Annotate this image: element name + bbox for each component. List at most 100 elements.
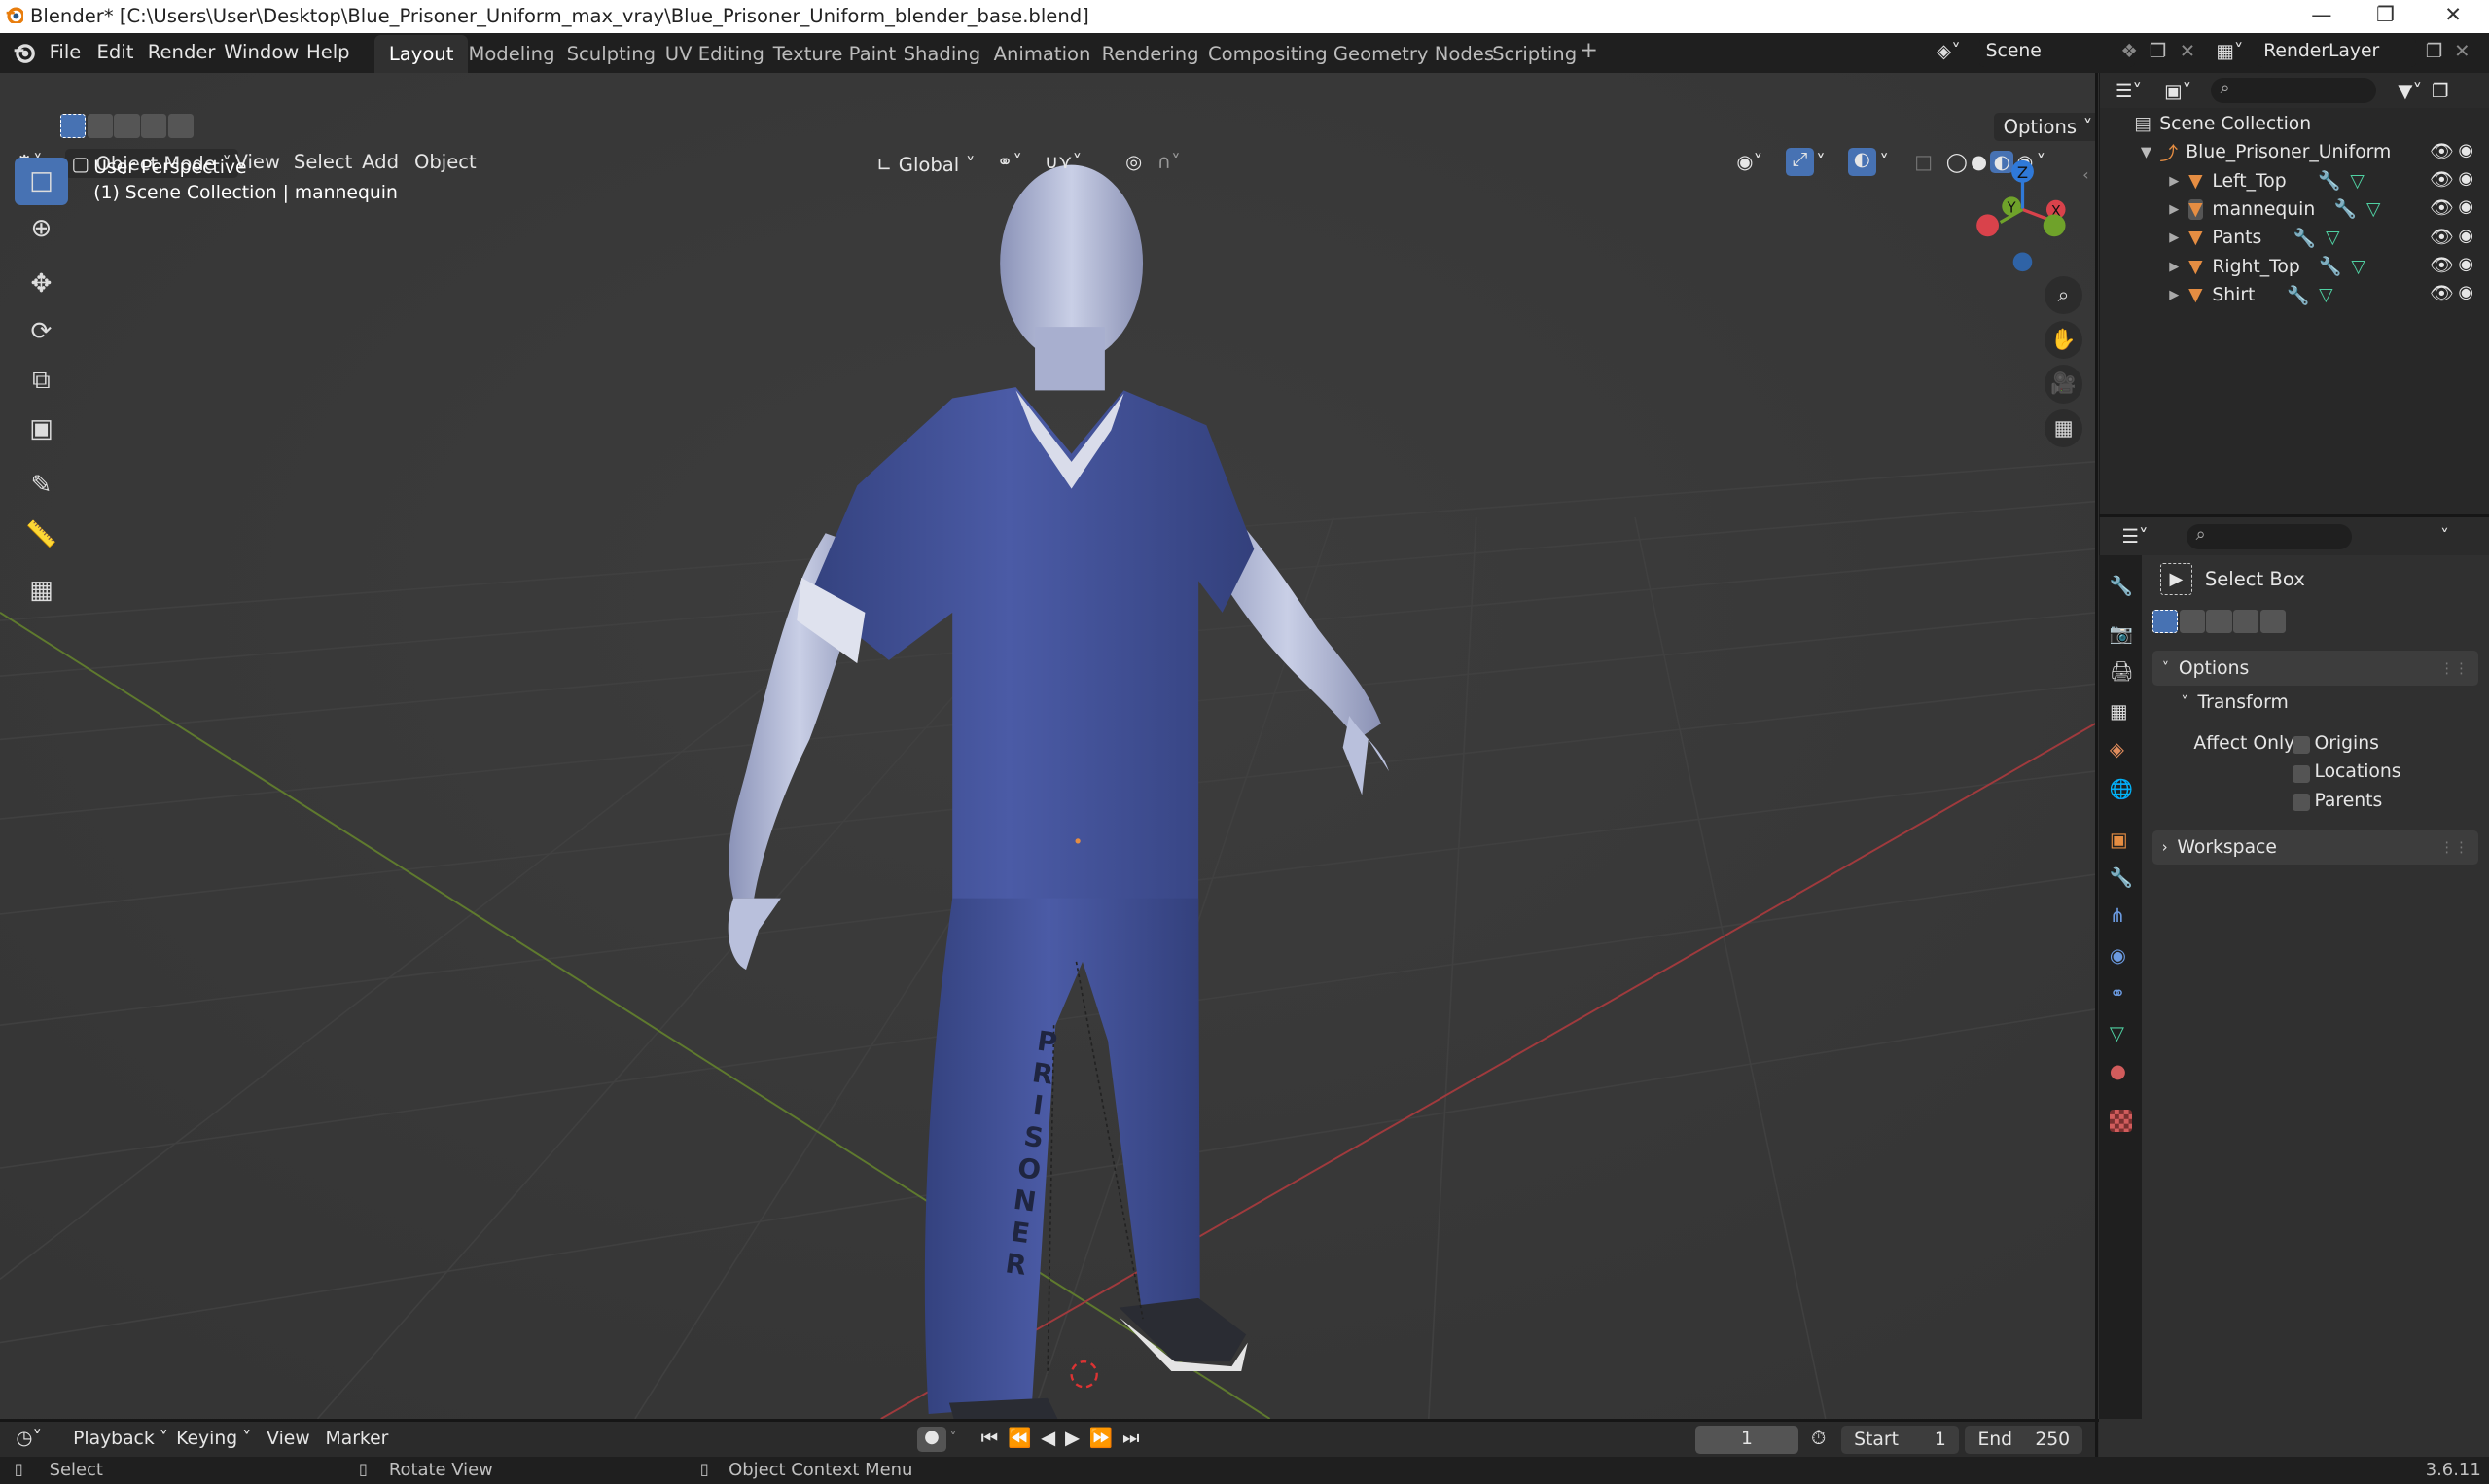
menu-select[interactable]: Select — [294, 151, 352, 179]
expand-icon[interactable]: ▶ — [2169, 174, 2179, 189]
visibility-eye-icon[interactable]: 👁 — [2430, 282, 2454, 304]
annotate-icon[interactable]: ✎ — [15, 462, 68, 510]
expand-icon[interactable]: ▶ — [2169, 288, 2179, 302]
play-reverse-icon[interactable]: ◀ — [1041, 1427, 1055, 1449]
particles-tab-icon[interactable]: ⋔ — [2110, 904, 2132, 927]
stopwatch-icon[interactable]: ⏱ — [1811, 1427, 1826, 1449]
view-layer-tab-icon[interactable]: ▦ — [2110, 700, 2132, 723]
area-separator[interactable] — [2098, 513, 2489, 518]
mesh-data-icon[interactable]: ▽ — [2351, 257, 2365, 277]
menu-keying[interactable]: Keying ˅ — [176, 1429, 251, 1449]
material-tab-icon[interactable]: ● — [2110, 1060, 2132, 1082]
render-camera-icon[interactable]: ◉ — [2458, 282, 2473, 302]
record-icon[interactable]: ● — [917, 1427, 946, 1453]
keying-dropdown-icon[interactable]: ˅ — [949, 1429, 957, 1447]
menu-edit[interactable]: Edit — [97, 41, 134, 63]
area-separator[interactable] — [0, 1419, 2099, 1423]
rotate-icon[interactable]: ⟳ — [15, 308, 68, 356]
new-scene-icon[interactable]: ❐ — [2150, 40, 2167, 62]
maximize-icon[interactable]: ❐ — [2376, 3, 2395, 27]
expand-icon[interactable]: ▶ — [2169, 230, 2179, 245]
properties-search-input[interactable]: ⌕ — [2186, 523, 2352, 549]
object-tab-icon[interactable]: ▣ — [2110, 829, 2132, 851]
tab-texture-paint[interactable]: Texture Paint — [759, 35, 910, 73]
overlays-dropdown-icon[interactable]: ˅ — [1879, 151, 1889, 179]
area-separator[interactable] — [2095, 73, 2099, 1458]
constraints-tab-icon[interactable]: ⚭ — [2110, 982, 2132, 1005]
world-tab-icon[interactable]: 🌐 — [2110, 778, 2133, 800]
options-dropdown[interactable]: Options ˅ — [1993, 112, 2096, 142]
menu-window[interactable]: Window — [224, 41, 299, 63]
select-subtract-icon[interactable] — [2206, 609, 2232, 634]
pin-icon[interactable]: ❖ — [2120, 40, 2138, 62]
blender-menu-icon[interactable] — [13, 41, 35, 64]
outliner-scene-collection[interactable]: ▤ Scene Collection — [2100, 110, 2489, 138]
falloff-icon[interactable]: ∩˅ — [1157, 151, 1181, 179]
parents-checkbox[interactable] — [2292, 794, 2310, 811]
visibility-eye-icon[interactable]: 👁 — [2430, 196, 2454, 219]
select-intersect-icon[interactable] — [167, 114, 195, 138]
menu-playback[interactable]: Playback ˅ — [73, 1429, 168, 1449]
tab-animation[interactable]: Animation — [979, 35, 1105, 73]
close-icon[interactable]: ✕ — [2444, 3, 2462, 27]
collapse-icon[interactable]: ▼ — [2141, 144, 2151, 160]
select-new-icon[interactable] — [60, 114, 87, 138]
sidebar-toggle-icon[interactable]: ‹ — [2082, 165, 2089, 184]
gizmo-dropdown-icon[interactable]: ˅ — [1816, 151, 1826, 179]
cursor-icon[interactable]: ⊕ — [15, 205, 68, 253]
transform-subpanel-header[interactable]: ˅ Transform — [2181, 692, 2288, 713]
menu-object[interactable]: Object — [414, 151, 477, 179]
view-layer-icon[interactable]: ▦˅ — [2216, 40, 2243, 62]
origins-checkbox[interactable] — [2292, 736, 2310, 755]
modifier-wrench-icon[interactable]: 🔧 — [2293, 228, 2316, 249]
view-layer-field[interactable]: RenderLayer — [2257, 38, 2416, 67]
render-tab-icon[interactable]: 📷 — [2110, 622, 2133, 645]
menu-timeline-view[interactable]: View — [267, 1429, 310, 1449]
minimize-icon[interactable]: — — [2311, 3, 2331, 27]
locations-checkbox[interactable] — [2292, 764, 2310, 783]
mesh-data-icon[interactable]: ▽ — [2366, 199, 2380, 220]
visibility-eye-icon[interactable]: 👁 — [2430, 168, 2454, 191]
modifier-tab-icon[interactable]: 🔧 — [2110, 866, 2133, 889]
visibility-eye-icon[interactable]: 👁 — [2430, 254, 2454, 276]
select-extend-icon[interactable] — [87, 114, 113, 138]
visibility-eye-icon[interactable]: 👁 — [2430, 140, 2454, 162]
visibility-icon[interactable]: ◉˅ — [1736, 151, 1762, 179]
3d-viewport[interactable]: PRISONER ⚙˅ ▢ Object Mode ˅ View Select … — [0, 73, 2096, 1419]
pan-hand-icon[interactable]: ✋ — [2045, 320, 2083, 359]
drag-handle-icon[interactable]: ⋮⋮ — [2439, 660, 2468, 677]
add-workspace-icon[interactable]: + — [1580, 38, 1598, 63]
display-mode-icon[interactable]: ▣˅ — [2164, 80, 2191, 102]
timeline-editor-icon[interactable]: ◷˅ — [16, 1427, 42, 1449]
select-extend-icon[interactable] — [2179, 609, 2205, 634]
scene-selector-icon[interactable]: ◈˅ — [1937, 40, 1972, 65]
new-collection-icon[interactable]: ❐ — [2432, 80, 2449, 102]
drag-handle-icon[interactable]: ⋮⋮ — [2439, 839, 2468, 856]
data-tab-icon[interactable]: ▽ — [2110, 1022, 2132, 1044]
start-frame-field[interactable]: Start 1 — [1841, 1425, 1959, 1454]
expand-icon[interactable]: ▶ — [2169, 260, 2179, 274]
xray-icon[interactable]: □ — [1914, 151, 1933, 179]
end-frame-field[interactable]: End 250 — [1965, 1425, 2083, 1454]
select-box-icon[interactable]: □ — [14, 157, 69, 205]
render-camera-icon[interactable]: ◉ — [2458, 140, 2473, 160]
menu-render[interactable]: Render — [148, 41, 216, 63]
transform-icon[interactable]: ▣ — [15, 405, 68, 452]
select-subtract-icon[interactable] — [114, 114, 140, 138]
jump-start-icon[interactable]: ⏮ — [981, 1427, 999, 1449]
mesh-data-icon[interactable]: ▽ — [2319, 285, 2332, 305]
scene-tab-icon[interactable]: ◈ — [2110, 738, 2132, 760]
texture-tab-icon[interactable] — [2109, 1109, 2132, 1132]
next-keyframe-icon[interactable]: ⏩ — [1089, 1427, 1113, 1449]
outliner-search-input[interactable]: ⌕ — [2210, 77, 2376, 104]
navigation-gizmo[interactable]: Z X Y — [1969, 156, 2080, 273]
measure-icon[interactable]: 📏 — [15, 511, 68, 558]
render-camera-icon[interactable]: ◉ — [2458, 254, 2473, 274]
overlays-toggle-icon[interactable]: ◐ — [1847, 147, 1877, 177]
current-frame-field[interactable]: 1 — [1694, 1425, 1799, 1454]
zoom-icon[interactable]: ⌕ — [2045, 275, 2083, 315]
menu-marker[interactable]: Marker — [326, 1429, 389, 1449]
modifier-wrench-icon[interactable]: 🔧 — [2287, 285, 2309, 306]
move-icon[interactable]: ✥ — [15, 261, 68, 308]
delete-view-layer-icon[interactable]: ✕ — [2454, 40, 2470, 62]
